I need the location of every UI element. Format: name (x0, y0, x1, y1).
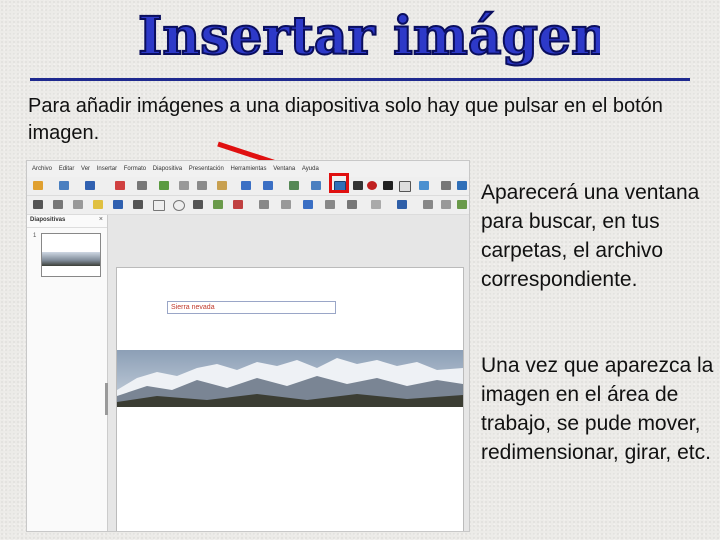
image-button-highlight (329, 173, 349, 193)
paragraph-search-window: Aparecerá una ventana para buscar, en tu… (481, 181, 700, 291)
slide-thumbnail[interactable] (41, 233, 101, 277)
text-tool-icon[interactable] (73, 200, 83, 209)
close-icon[interactable]: × (99, 216, 103, 223)
basic-shapes-icon[interactable] (259, 200, 269, 209)
spellcheck-icon[interactable] (159, 181, 169, 190)
symbol-shapes-icon[interactable] (281, 200, 291, 209)
print-icon[interactable] (137, 181, 147, 190)
ellipse-icon[interactable] (173, 200, 185, 211)
new-icon[interactable] (33, 181, 43, 190)
work-area: Sierra nevada (108, 215, 469, 531)
mountain-image[interactable] (117, 350, 463, 407)
menu-archivo[interactable]: Archivo (32, 166, 52, 172)
slides-panel-title: Diapositivas (27, 215, 107, 228)
copy-icon[interactable] (197, 181, 207, 190)
display-icon[interactable] (457, 181, 467, 190)
flowchart-icon[interactable] (325, 200, 335, 209)
menu-bar: Archivo Editar Ver Insertar Formato Diap… (27, 161, 469, 177)
cut-icon[interactable] (179, 181, 189, 190)
fill-color-icon[interactable] (93, 200, 103, 209)
open-icon[interactable] (59, 181, 69, 190)
grid-icon[interactable] (441, 181, 451, 190)
standard-toolbar (27, 177, 469, 196)
menu-insertar[interactable]: Insertar (97, 166, 117, 172)
slide-thumbnail-number: 1 (33, 233, 37, 239)
stars-icon[interactable] (371, 200, 381, 209)
menu-ver[interactable]: Ver (81, 166, 90, 172)
menu-ventana[interactable]: Ventana (273, 166, 295, 172)
line-color-icon[interactable] (113, 200, 123, 209)
table-icon[interactable] (289, 181, 299, 190)
thumbnail-image (42, 252, 100, 266)
slides-panel: Diapositivas × 1 (27, 215, 108, 531)
fontwork-icon[interactable] (367, 181, 377, 190)
block-arrows-icon[interactable] (303, 200, 313, 209)
menu-editar[interactable]: Editar (59, 166, 75, 172)
paragraph-move-resize: Una vez que aparezca la imagen en el áre… (481, 354, 714, 464)
curve-icon[interactable] (213, 200, 223, 209)
paste-icon[interactable] (217, 181, 227, 190)
media-icon[interactable] (353, 181, 363, 190)
intro-text: Para añadir imágenes a una diapositiva s… (28, 95, 663, 144)
menu-diapositiva[interactable]: Diapositiva (153, 166, 182, 172)
menu-formato[interactable]: Formato (124, 166, 146, 172)
special-char-icon[interactable] (419, 181, 429, 190)
undo-icon[interactable] (241, 181, 251, 190)
line-icon[interactable] (133, 200, 143, 209)
title-underline (30, 78, 690, 81)
text-icon[interactable] (399, 181, 411, 192)
menu-presentacion[interactable]: Presentación (189, 166, 224, 172)
save-icon[interactable] (85, 181, 95, 190)
connector-icon[interactable] (233, 200, 243, 209)
rotate-icon[interactable] (423, 200, 433, 209)
textbox-icon[interactable] (383, 181, 393, 190)
menu-ayuda[interactable]: Ayuda (302, 166, 319, 172)
select-icon[interactable] (33, 200, 43, 209)
drawing-toolbar (27, 196, 469, 215)
arrange-icon[interactable] (457, 200, 467, 209)
chart-icon[interactable] (311, 181, 321, 190)
zoom-icon[interactable] (53, 200, 63, 209)
3d-objects-icon[interactable] (397, 200, 407, 209)
arrow-tool-icon[interactable] (193, 200, 203, 209)
image-caption-textbox[interactable]: Sierra nevada (167, 301, 336, 314)
slide-canvas[interactable]: Sierra nevada (116, 267, 464, 531)
align-icon[interactable] (441, 200, 451, 209)
slide-title-text: Insertar imágenes (138, 6, 600, 67)
callouts-icon[interactable] (347, 200, 357, 209)
rectangle-icon[interactable] (153, 200, 165, 211)
redo-icon[interactable] (263, 181, 273, 190)
pdf-icon[interactable] (115, 181, 125, 190)
slide-title: Insertar imágenes (137, 5, 600, 68)
menu-herramientas[interactable]: Herramientas (231, 166, 267, 172)
app-screenshot: Archivo Editar Ver Insertar Formato Diap… (26, 160, 470, 532)
